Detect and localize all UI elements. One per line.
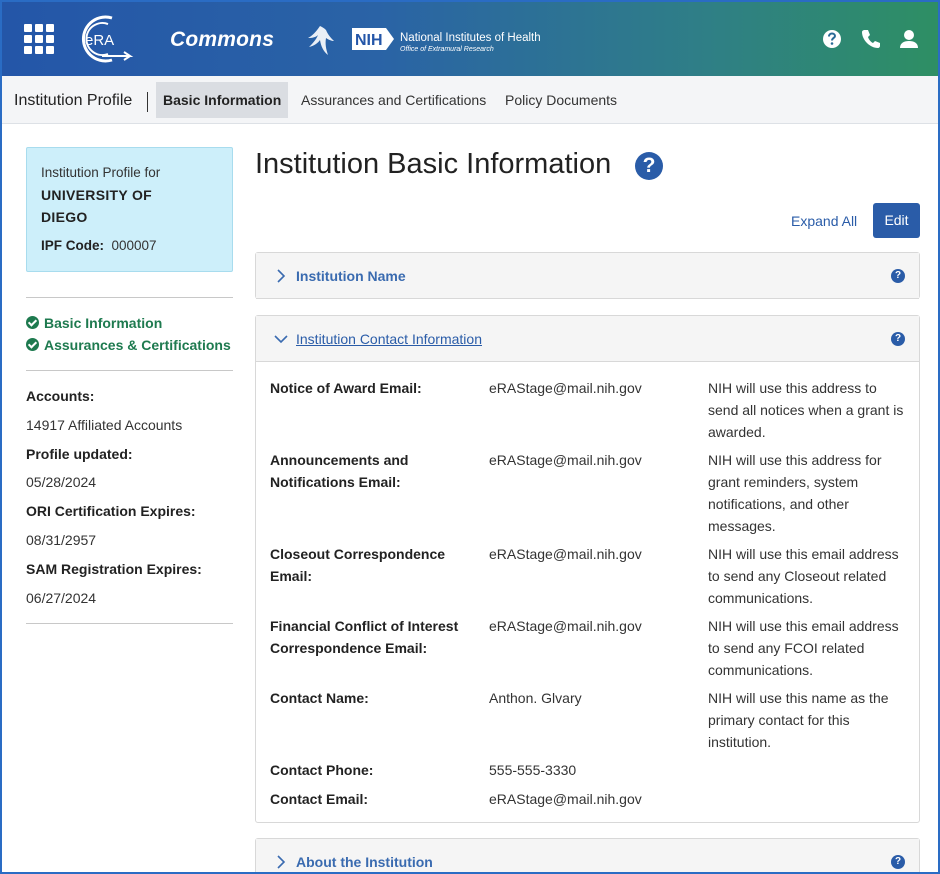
tab-policy-documents[interactable]: Policy Documents: [498, 82, 624, 118]
panel-header[interactable]: About the Institution ?: [256, 839, 919, 872]
edit-button[interactable]: Edit: [873, 203, 920, 238]
panel-institution-name: Institution Name ?: [255, 252, 920, 299]
tab-basic-information[interactable]: Basic Information: [156, 82, 289, 118]
field-note: NIH will use this address for grant remi…: [708, 452, 882, 534]
help-icon[interactable]: ?: [635, 152, 663, 180]
top-header: eRA Commons NIH National Institutes of H…: [2, 2, 938, 76]
expand-all-link[interactable]: Expand All: [791, 213, 857, 229]
app-window: eRA Commons NIH National Institutes of H…: [0, 0, 940, 874]
field-note: NIH will use this address to send all no…: [708, 380, 904, 440]
ori-expires-value: 08/31/2957: [26, 532, 97, 548]
help-icon[interactable]: ?: [891, 855, 905, 869]
ori-expires-label: ORI Certification Expires:: [26, 503, 196, 519]
ipf-code-label: IPF Code:: [41, 238, 104, 253]
sidebar-check-assurances[interactable]: Assurances & Certifications: [26, 337, 231, 353]
svg-text:NIH: NIH: [355, 32, 383, 49]
field-value: Anthon. Glvary: [489, 690, 582, 706]
section-title: Institution Profile: [14, 92, 133, 109]
sidebar-check-basic-information[interactable]: Basic Information: [26, 315, 162, 331]
panel-contact-information: Institution Contact Information ? Notice…: [255, 315, 920, 823]
field-label: Announcements and Notifications Email:: [270, 452, 409, 490]
profile-updated-label: Profile updated:: [26, 446, 133, 462]
panel-title[interactable]: Institution Name: [296, 268, 406, 284]
field-label: Financial Conflict of Interest Correspon…: [270, 618, 459, 656]
field-value: eRAStage@mail.nih.gov: [489, 380, 642, 396]
era-logo: eRA: [81, 15, 134, 63]
chevron-right-icon: [277, 855, 286, 869]
field-value: eRAStage@mail.nih.gov: [489, 546, 642, 562]
divider: [26, 370, 233, 371]
accounts-value: 14917 Affiliated Accounts: [26, 417, 183, 433]
sidebar-check-label: Assurances & Certifications: [44, 337, 231, 353]
nih-office: Office of Extramural Research: [400, 46, 494, 53]
panel-about-institution: About the Institution ?: [255, 838, 920, 872]
sam-expires-label: SAM Registration Expires:: [26, 561, 202, 577]
divider: [26, 623, 233, 624]
help-icon[interactable]: [821, 28, 843, 50]
panel-header[interactable]: Institution Name ?: [256, 253, 919, 299]
field-value: eRAStage@mail.nih.gov: [489, 452, 642, 468]
panel-title[interactable]: Institution Contact Information: [296, 331, 482, 347]
panel-title[interactable]: About the Institution: [296, 854, 433, 870]
phone-icon[interactable]: [860, 28, 882, 50]
field-value: 555-555-3330: [489, 762, 577, 778]
institution-profile-card: Institution Profile for UNIVERSITY OF DI…: [26, 147, 233, 272]
field-label: Closeout Correspondence Email:: [270, 546, 446, 584]
sidebar-check-label: Basic Information: [44, 315, 163, 331]
field-label: Contact Name:: [270, 690, 369, 706]
profile-updated-value: 05/28/2024: [26, 474, 97, 490]
field-note: NIH will use this email address to send …: [708, 618, 899, 678]
hhs-eagle-icon: [308, 26, 334, 55]
page-title: Institution Basic Information: [255, 148, 612, 180]
svg-text:eRA: eRA: [85, 32, 114, 49]
divider: [26, 297, 233, 298]
user-icon[interactable]: [898, 28, 920, 50]
field-note: NIH will use this name as the primary co…: [708, 690, 889, 750]
sam-expires-value: 06/27/2024: [26, 590, 97, 606]
profile-for-label: Institution Profile for: [41, 165, 161, 180]
field-label: Notice of Award Email:: [270, 380, 422, 396]
tab-assurances-certifications[interactable]: Assurances and Certifications: [294, 82, 493, 118]
app-name: Commons: [170, 28, 275, 51]
field-label: Contact Email:: [270, 791, 369, 807]
field-label: Contact Phone:: [270, 762, 374, 778]
ipf-code: IPF Code: 000007: [41, 238, 218, 253]
chevron-right-icon: [277, 269, 286, 283]
field-note: NIH will use this email address to send …: [708, 546, 899, 606]
sub-navigation: Institution Profile Basic Information As…: [2, 76, 938, 124]
check-circle-icon: [26, 316, 39, 329]
field-value: eRAStage@mail.nih.gov: [489, 618, 642, 634]
check-circle-icon: [26, 338, 39, 351]
accounts-label: Accounts:: [26, 388, 95, 404]
ipf-code-value: 000007: [111, 238, 157, 253]
nih-name: National Institutes of Health: [400, 32, 541, 44]
app-grid-icon[interactable]: [24, 24, 56, 54]
nih-logo: NIH: [352, 28, 394, 50]
help-icon[interactable]: ?: [891, 269, 905, 283]
help-icon[interactable]: ?: [891, 332, 905, 346]
panel-header[interactable]: Institution Contact Information ?: [256, 316, 919, 362]
institution-name: UNIVERSITY OF DIEGO: [41, 187, 152, 225]
chevron-down-icon: [274, 335, 288, 344]
field-value: eRAStage@mail.nih.gov: [489, 791, 642, 807]
divider: [147, 92, 148, 112]
